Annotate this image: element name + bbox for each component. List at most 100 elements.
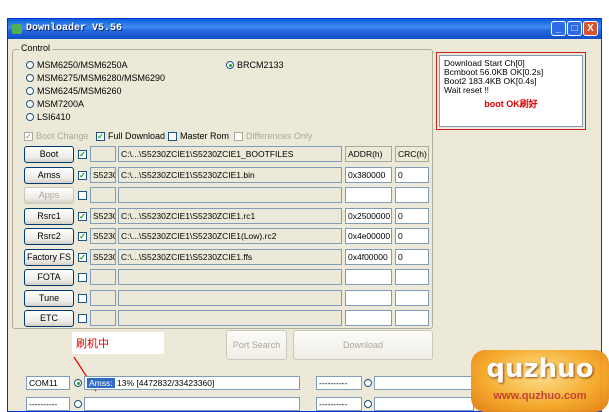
row-tag-field: S5230 bbox=[90, 166, 116, 183]
radio-label: BRCM2133 bbox=[237, 60, 284, 70]
checkbox-box: ✓ bbox=[78, 252, 87, 262]
port-slot-4-radio[interactable] bbox=[364, 400, 372, 408]
port-slot-3-radio[interactable] bbox=[74, 400, 82, 408]
row-path-field: C:\...\S5230ZCIE1\S5230ZCIE1(Low).rc2 bbox=[118, 228, 342, 244]
row-tag-field bbox=[90, 269, 116, 285]
file-select-button[interactable]: Apps bbox=[24, 187, 74, 204]
radio-label: MSM7200A bbox=[37, 99, 85, 109]
row-crc-field[interactable]: 0 bbox=[395, 228, 429, 244]
checkbox-box: ✓ bbox=[96, 131, 105, 141]
port-slot-4-field: ---------- bbox=[316, 397, 362, 411]
control-group-label: Control bbox=[19, 43, 53, 53]
master-rom-checkbox[interactable]: Master Rom bbox=[168, 131, 229, 141]
radio-brcm2133[interactable]: BRCM2133 bbox=[226, 60, 284, 70]
file-select-button[interactable]: Amss bbox=[24, 166, 74, 184]
checkbox-label: Master Rom bbox=[180, 131, 230, 141]
radio-msm6275[interactable]: MSM6275/MSM6280/MSM6290 bbox=[26, 73, 165, 83]
file-select-button[interactable]: Tune bbox=[24, 289, 74, 307]
row-crc-field[interactable]: 0 bbox=[395, 248, 429, 265]
stage-label: Amss: bbox=[87, 378, 115, 388]
row-addr-field[interactable]: 0x4e00000 bbox=[345, 228, 392, 244]
row-addr-field[interactable] bbox=[345, 310, 392, 326]
row-path-field bbox=[118, 269, 342, 285]
checkbox-box: ✓ bbox=[78, 170, 87, 180]
row-crc-field[interactable] bbox=[395, 289, 429, 306]
file-select-button[interactable]: Factory FS bbox=[24, 248, 74, 266]
row-path-field: C:\...\S5230ZCIE1\S5230ZCIE1.ffs bbox=[118, 248, 342, 265]
radio-dot-selected bbox=[74, 379, 82, 387]
row-addr-field[interactable] bbox=[345, 289, 392, 306]
close-button[interactable]: X bbox=[583, 21, 598, 36]
file-select-button[interactable]: ETC bbox=[24, 310, 74, 327]
radio-lsi6410[interactable]: LSI6410 bbox=[26, 112, 71, 122]
row-tag-field bbox=[90, 310, 116, 326]
progress-text: 13% [4472832/33423360] bbox=[117, 378, 215, 388]
maximize-button[interactable]: □ bbox=[567, 21, 582, 36]
radio-dot bbox=[364, 400, 372, 408]
file-select-button[interactable]: FOTA bbox=[24, 269, 74, 286]
row-checkbox[interactable] bbox=[78, 314, 87, 323]
row-addr-field[interactable] bbox=[345, 187, 392, 203]
boot-change-checkbox[interactable]: ✓ Boot Change bbox=[24, 131, 89, 141]
differences-only-checkbox[interactable]: Differences Only bbox=[234, 131, 312, 141]
radio-msm7200a[interactable]: MSM7200A bbox=[26, 99, 84, 109]
window-title: Downloader V5.56 bbox=[26, 23, 123, 34]
com-port-radio[interactable] bbox=[74, 379, 82, 387]
checkbox-box bbox=[78, 314, 87, 323]
row-checkbox[interactable]: ✓ bbox=[78, 170, 87, 180]
row-checkbox[interactable]: ✓ bbox=[78, 211, 87, 221]
radio-label: MSM6250/MSM6250A bbox=[37, 60, 128, 70]
radio-dot bbox=[26, 61, 34, 69]
file-select-button[interactable]: Rsrc2 bbox=[24, 228, 74, 245]
file-select-button[interactable]: Boot bbox=[24, 146, 74, 163]
port-slot-3-status bbox=[84, 397, 300, 411]
row-checkbox[interactable]: ✓ bbox=[78, 150, 87, 159]
full-download-checkbox[interactable]: ✓ Full Download bbox=[96, 131, 165, 141]
watermark-brand: quzhuo bbox=[486, 354, 594, 384]
row-path-field bbox=[118, 187, 342, 203]
port-search-button[interactable]: Port Search bbox=[226, 330, 287, 360]
row-checkbox[interactable] bbox=[78, 273, 87, 282]
row-addr-field[interactable]: 0x380000 bbox=[345, 166, 392, 183]
addr-header: ADDR(h) bbox=[345, 146, 392, 162]
checkbox-label: Boot Change bbox=[36, 131, 89, 141]
checkbox-box bbox=[234, 131, 243, 141]
row-path-field: C:\...\S5230ZCIE1\S5230ZCIE1.rc1 bbox=[118, 207, 342, 224]
radio-label: MSM6275/MSM6280/MSM6290 bbox=[37, 73, 166, 83]
row-checkbox[interactable]: ✓ bbox=[78, 232, 87, 241]
checkbox-box: ✓ bbox=[24, 131, 33, 141]
radio-dot bbox=[26, 113, 34, 121]
row-crc-field[interactable]: 0 bbox=[395, 166, 429, 183]
row-path-field bbox=[118, 289, 342, 306]
com-port-field: COM11 bbox=[26, 376, 70, 390]
port-slot-2-field: ---------- bbox=[316, 376, 362, 390]
checkbox-box bbox=[78, 293, 87, 303]
row-crc-field[interactable]: 0 bbox=[395, 207, 429, 224]
download-button[interactable]: Download bbox=[293, 330, 433, 360]
app-icon bbox=[12, 24, 22, 34]
row-crc-field[interactable] bbox=[395, 187, 429, 203]
row-checkbox[interactable] bbox=[78, 191, 87, 200]
row-addr-field[interactable] bbox=[345, 269, 392, 285]
callout-annotation: 刷机中 bbox=[72, 332, 164, 354]
row-crc-field[interactable] bbox=[395, 310, 429, 326]
row-tag-field: S5230 bbox=[90, 228, 116, 244]
radio-label: MSM6245/MSM6260 bbox=[37, 86, 122, 96]
watermark-logo: quzhuo www.quzhuo.com bbox=[471, 350, 609, 412]
row-checkbox[interactable] bbox=[78, 293, 87, 303]
file-select-button[interactable]: Rsrc1 bbox=[24, 207, 74, 225]
radio-msm6245[interactable]: MSM6245/MSM6260 bbox=[26, 86, 122, 96]
radio-dot bbox=[26, 87, 34, 95]
minimize-button[interactable]: _ bbox=[551, 21, 566, 36]
radio-dot bbox=[26, 100, 34, 108]
radio-msm6250[interactable]: MSM6250/MSM6250A bbox=[26, 60, 128, 70]
row-tag-field: S5230 bbox=[90, 207, 116, 224]
row-addr-field[interactable]: 0x2500000 bbox=[345, 207, 392, 224]
port-slot-3-field: ---------- bbox=[26, 397, 70, 411]
row-crc-field[interactable] bbox=[395, 269, 429, 285]
row-addr-field[interactable]: 0x4f00000 bbox=[345, 248, 392, 265]
radio-dot bbox=[364, 379, 372, 387]
row-checkbox[interactable]: ✓ bbox=[78, 252, 87, 262]
port-slot-2-radio[interactable] bbox=[364, 379, 372, 387]
checkbox-label: Full Download bbox=[108, 131, 166, 141]
